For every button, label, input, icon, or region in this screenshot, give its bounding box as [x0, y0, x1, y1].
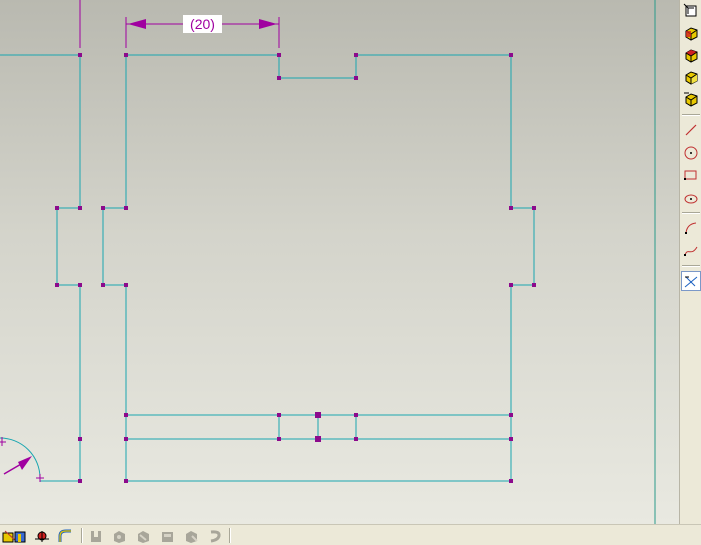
feature-6-icon: [206, 527, 224, 544]
spline-tool-icon[interactable]: [682, 242, 700, 260]
extrude-tool-icon[interactable]: [11, 527, 29, 544]
construction-arc[interactable]: [0, 437, 44, 482]
dimension-annotation[interactable]: (20): [125, 15, 280, 48]
feature-1-icon: [87, 527, 105, 544]
feature-2-icon: [110, 527, 128, 544]
drawing-canvas[interactable]: (20): [0, 0, 679, 524]
feature-4-icon: [158, 527, 176, 544]
view-front-cube-icon[interactable]: [682, 24, 700, 42]
coordinate-system-icon[interactable]: [682, 2, 700, 20]
circle-tool-icon[interactable]: [682, 144, 700, 162]
arc-tool-icon[interactable]: [682, 219, 700, 237]
line-tool-icon[interactable]: [682, 121, 700, 139]
bottom-toolbar: [0, 524, 701, 545]
toolbar-separator: [682, 212, 700, 214]
toolbar-separator: [81, 528, 83, 543]
feature-3-icon: [134, 527, 152, 544]
assembly-tool-icon[interactable]: [33, 527, 51, 544]
constraint-tool-icon[interactable]: [681, 271, 701, 291]
sweep-tool-icon[interactable]: [56, 527, 74, 544]
toolbar-separator: [682, 265, 700, 267]
dimension-text[interactable]: (20): [190, 16, 215, 32]
rectangle-tool-icon[interactable]: [682, 166, 700, 184]
dimension-arrow-right: [259, 19, 277, 29]
view-iso-cube-icon[interactable]: [682, 90, 700, 108]
vertex-points[interactable]: [55, 53, 536, 483]
left-part-outline[interactable]: [0, 0, 81, 482]
toolbar-separator: [229, 528, 231, 543]
view-top-cube-icon[interactable]: [682, 46, 700, 64]
dimension-arrow-left: [128, 19, 146, 29]
feature-5-icon: [182, 527, 200, 544]
view-side-cube-icon[interactable]: [682, 68, 700, 86]
ellipse-tool-icon[interactable]: [682, 189, 700, 207]
right-toolbar: [679, 0, 701, 524]
sketch-svg[interactable]: (20): [0, 0, 679, 524]
toolbar-separator: [682, 114, 700, 116]
